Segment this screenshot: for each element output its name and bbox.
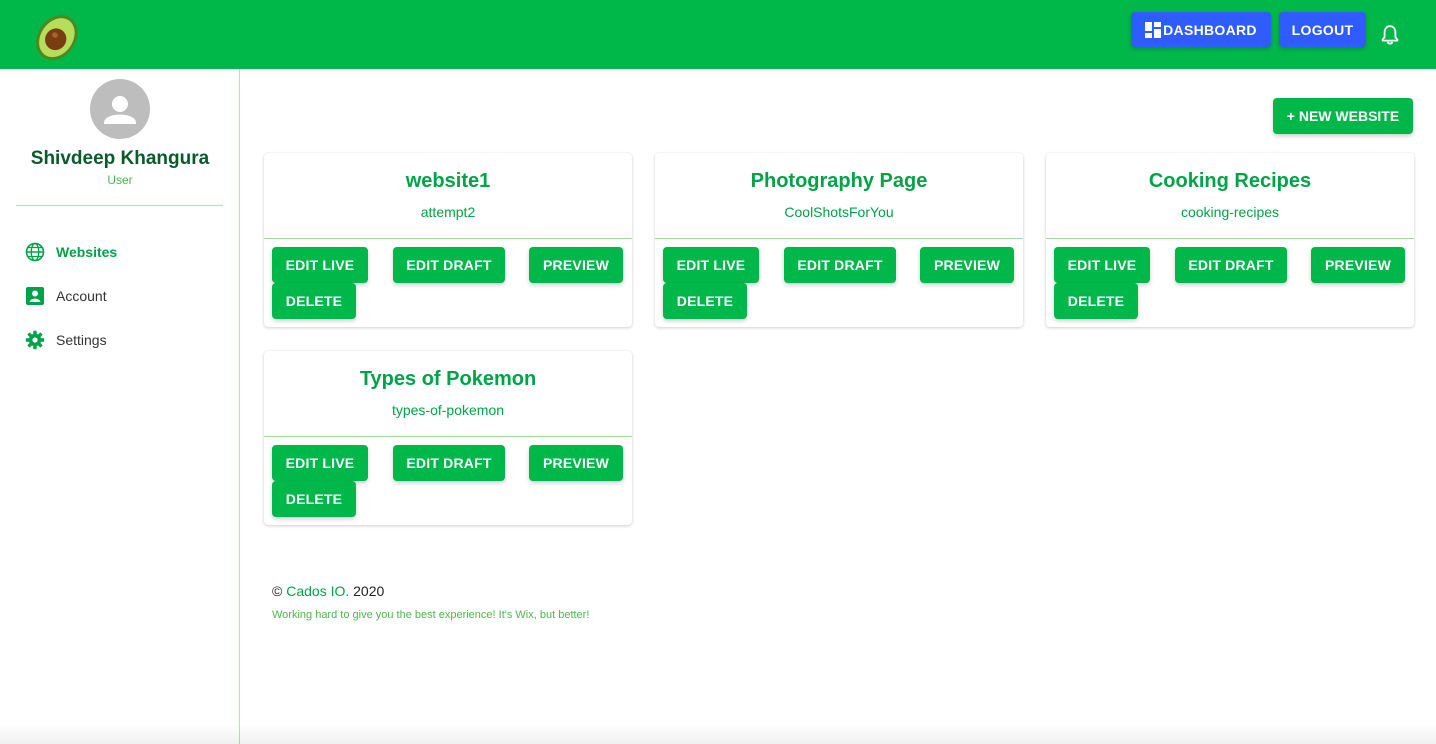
card-divider [655,238,1023,239]
account-box-icon [26,287,44,305]
preview-button[interactable]: PREVIEW [1311,247,1405,283]
copyright-year: 2020 [353,583,385,599]
dashboard-button[interactable]: DASHBOARD [1131,12,1271,47]
logout-label: LOGOUT [1291,21,1354,38]
dashboard-label: DASHBOARD [1163,21,1257,38]
sidebar-item-websites[interactable]: Websites [25,240,117,264]
website-title: Photography Page [750,170,928,192]
edit-draft-button[interactable]: EDIT DRAFT [784,247,896,283]
sidebar: Shivdeep Khangura User Websites Account [0,69,240,744]
website-slug: cooking-recipes [1180,204,1280,220]
copyright-symbol: © [272,583,283,599]
preview-button[interactable]: PREVIEW [920,247,1014,283]
website-card: Types of Pokemon types-of-pokemon EDIT L… [264,351,632,525]
sidebar-item-account[interactable]: Account [25,284,107,308]
sidebar-item-label: Websites [56,244,118,260]
preview-button[interactable]: PREVIEW [529,247,623,283]
dashboard-icon [1145,21,1162,38]
bell-icon[interactable] [1380,24,1400,46]
edit-live-button[interactable]: EDIT LIVE [663,247,759,283]
avatar [90,79,150,139]
bottom-shadow [0,724,1436,744]
sidebar-item-settings[interactable]: Settings [25,328,107,352]
website-slug: types-of-pokemon [391,402,505,418]
card-divider [264,436,632,437]
website-card: website1 attempt2 EDIT LIVE EDIT DRAFT P… [264,153,632,327]
delete-button[interactable]: DELETE [1054,283,1138,319]
company-link[interactable]: Cados IO. [286,583,349,599]
website-title: Types of Pokemon [359,368,537,390]
edit-live-button[interactable]: EDIT LIVE [272,247,368,283]
user-name: Shivdeep Khangura [30,148,210,169]
person-icon [104,96,136,124]
new-website-button[interactable]: + NEW WEBSITE [1273,98,1413,134]
edit-draft-button[interactable]: EDIT DRAFT [1175,247,1287,283]
sidebar-divider [16,205,223,206]
website-title: website1 [405,170,491,192]
edit-draft-button[interactable]: EDIT DRAFT [393,445,505,481]
preview-button[interactable]: PREVIEW [529,445,623,481]
website-card: Cooking Recipes cooking-recipes EDIT LIV… [1046,153,1414,327]
website-title: Cooking Recipes [1148,170,1312,192]
gear-icon [25,330,45,350]
user-role: User [107,173,133,187]
top-bar: DASHBOARD LOGOUT [0,0,1436,69]
footer-tagline: Working hard to give you the best experi… [272,609,590,621]
delete-button[interactable]: DELETE [272,481,356,517]
globe-icon [25,242,45,262]
website-slug: attempt2 [420,204,476,220]
card-divider [1046,238,1414,239]
edit-live-button[interactable]: EDIT LIVE [1054,247,1150,283]
website-slug: CoolShotsForYou [784,204,894,220]
sidebar-item-label: Settings [56,332,107,348]
card-divider [264,238,632,239]
delete-button[interactable]: DELETE [663,283,747,319]
website-card: Photography Page CoolShotsForYou EDIT LI… [655,153,1023,327]
logout-button[interactable]: LOGOUT [1279,12,1366,47]
avocado-logo[interactable] [30,8,86,64]
edit-draft-button[interactable]: EDIT DRAFT [393,247,505,283]
delete-button[interactable]: DELETE [272,283,356,319]
edit-live-button[interactable]: EDIT LIVE [272,445,368,481]
sidebar-item-label: Account [56,288,107,304]
footer-copyright: © Cados IO. 2020 [272,583,384,599]
